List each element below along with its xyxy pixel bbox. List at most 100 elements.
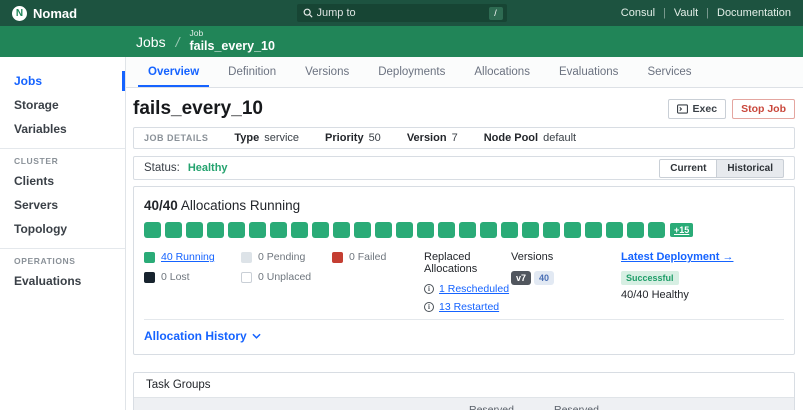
allocation-overflow-badge[interactable]: +15 [670, 223, 693, 237]
allocation-box[interactable] [186, 222, 203, 238]
sidebar-heading-operations: OPERATIONS [0, 256, 125, 266]
documentation-link[interactable]: Documentation [717, 7, 791, 19]
breadcrumb-jobs-link[interactable]: Jobs [136, 34, 166, 50]
sidebar-item-storage[interactable]: Storage [0, 94, 125, 116]
sidebar-item-topology[interactable]: Topology [0, 218, 125, 240]
allocations-count: 40/40 [144, 198, 178, 213]
legend-unplaced: 0 Unplaced [241, 271, 332, 283]
version-count-badge[interactable]: 40 [534, 271, 554, 285]
tab-services[interactable]: Services [637, 57, 701, 87]
terminal-icon [677, 104, 688, 114]
allocation-history-link[interactable]: Allocation History [144, 320, 261, 354]
status-bar: Status: Healthy Current Historical [133, 156, 795, 180]
rescheduled-line: 1 Rescheduled [424, 283, 511, 295]
restarted-line: 13 Restarted [424, 301, 511, 313]
lost-swatch-icon [144, 272, 155, 283]
allocation-box[interactable] [270, 222, 287, 238]
allocation-box[interactable] [543, 222, 560, 238]
breadcrumb-job-crumb[interactable]: Job fails_every_10 [189, 29, 275, 53]
consul-link[interactable]: Consul [621, 7, 655, 19]
allocation-box[interactable] [522, 222, 539, 238]
running-count-link[interactable]: 40 Running [161, 251, 215, 263]
toggle-historical[interactable]: Historical [717, 160, 783, 177]
tab-definition[interactable]: Definition [218, 57, 286, 87]
legend-running: 40 Running [144, 251, 241, 263]
sidebar-item-variables[interactable]: Variables [0, 118, 125, 140]
sidebar-item-jobs[interactable]: Jobs [0, 70, 125, 92]
sidebar-divider [0, 248, 125, 249]
allocation-grid [144, 222, 665, 238]
allocation-box[interactable] [627, 222, 644, 238]
tab-allocations[interactable]: Allocations [464, 57, 540, 87]
allocation-box[interactable] [207, 222, 224, 238]
status-value: Healthy [188, 162, 228, 174]
column-allocation-status[interactable]: Allocation Status [259, 398, 401, 410]
search-icon [303, 8, 313, 18]
info-icon [424, 302, 434, 312]
sidebar-item-evaluations[interactable]: Evaluations [0, 270, 125, 292]
allocation-box[interactable] [228, 222, 245, 238]
deployment-healthy-text: 40/40 Healthy [621, 289, 784, 301]
allocations-panel: 40/40 Allocations Running +15 40 Running… [133, 186, 795, 355]
tab-versions[interactable]: Versions [295, 57, 359, 87]
allocation-box[interactable] [375, 222, 392, 238]
column-reserved-disk[interactable]: Reserved Disk [641, 398, 794, 410]
allocation-box[interactable] [438, 222, 455, 238]
legend-pending: 0 Pending [241, 251, 332, 263]
column-count[interactable]: Count [206, 398, 259, 410]
legend-lost: 0 Lost [144, 271, 241, 283]
allocation-box[interactable] [354, 222, 371, 238]
allocation-box[interactable] [291, 222, 308, 238]
search-input[interactable] [317, 7, 485, 19]
allocation-box[interactable] [480, 222, 497, 238]
column-reserved-cpu[interactable]: Reserved CPU [456, 398, 541, 410]
versions-heading: Versions [511, 251, 621, 263]
toggle-current[interactable]: Current [660, 160, 717, 177]
nomad-brand[interactable]: Nomad [12, 6, 77, 21]
allocation-box[interactable] [249, 222, 266, 238]
jump-to-search[interactable]: / [297, 4, 507, 22]
task-groups-table: Name ↓ Count Allocation Status Volume Re… [134, 398, 794, 410]
top-links: Consul | Vault | Documentation [621, 7, 791, 19]
allocation-box[interactable] [417, 222, 434, 238]
allocation-box[interactable] [501, 222, 518, 238]
vault-link[interactable]: Vault [674, 7, 698, 19]
failed-swatch-icon [332, 252, 343, 263]
restarted-link[interactable]: 13 Restarted [439, 301, 499, 313]
breadcrumb-separator: / [176, 34, 180, 50]
version-badges: v7 40 [511, 271, 621, 285]
breadcrumb-kind-label: Job [189, 29, 275, 39]
allocation-box[interactable] [585, 222, 602, 238]
column-reserved-memory[interactable]: Reserved Memory [541, 398, 641, 410]
tab-overview[interactable]: Overview [138, 57, 209, 87]
stop-job-button[interactable]: Stop Job [732, 99, 795, 119]
top-navbar: Nomad / Consul | Vault | Documentation [0, 0, 803, 26]
column-name[interactable]: Name ↓ [134, 398, 206, 410]
allocation-box[interactable] [564, 222, 581, 238]
latest-deployment-link[interactable]: Latest Deployment → [621, 251, 733, 263]
allocation-box[interactable] [312, 222, 329, 238]
sidebar-item-servers[interactable]: Servers [0, 194, 125, 216]
status-label: Status: [144, 162, 180, 174]
pending-swatch-icon [241, 252, 252, 263]
tab-deployments[interactable]: Deployments [368, 57, 455, 87]
allocation-box[interactable] [648, 222, 665, 238]
sidebar-item-clients[interactable]: Clients [0, 170, 125, 192]
version-tag-badge[interactable]: v7 [511, 271, 531, 285]
allocation-box[interactable] [333, 222, 350, 238]
unplaced-swatch-icon [241, 272, 252, 283]
allocation-box[interactable] [606, 222, 623, 238]
exec-button[interactable]: Exec [668, 99, 727, 119]
job-tabs: Overview Definition Versions Deployments… [126, 57, 803, 88]
allocation-box[interactable] [459, 222, 476, 238]
link-separator: | [706, 7, 709, 19]
allocation-box[interactable] [144, 222, 161, 238]
allocation-box[interactable] [165, 222, 182, 238]
rescheduled-link[interactable]: 1 Rescheduled [439, 283, 509, 295]
column-volume[interactable]: Volume [401, 398, 456, 410]
brand-label: Nomad [33, 6, 77, 21]
replaced-allocations-heading: Replaced Allocations [424, 251, 511, 275]
link-separator: | [663, 7, 666, 19]
tab-evaluations[interactable]: Evaluations [549, 57, 628, 87]
allocation-box[interactable] [396, 222, 413, 238]
